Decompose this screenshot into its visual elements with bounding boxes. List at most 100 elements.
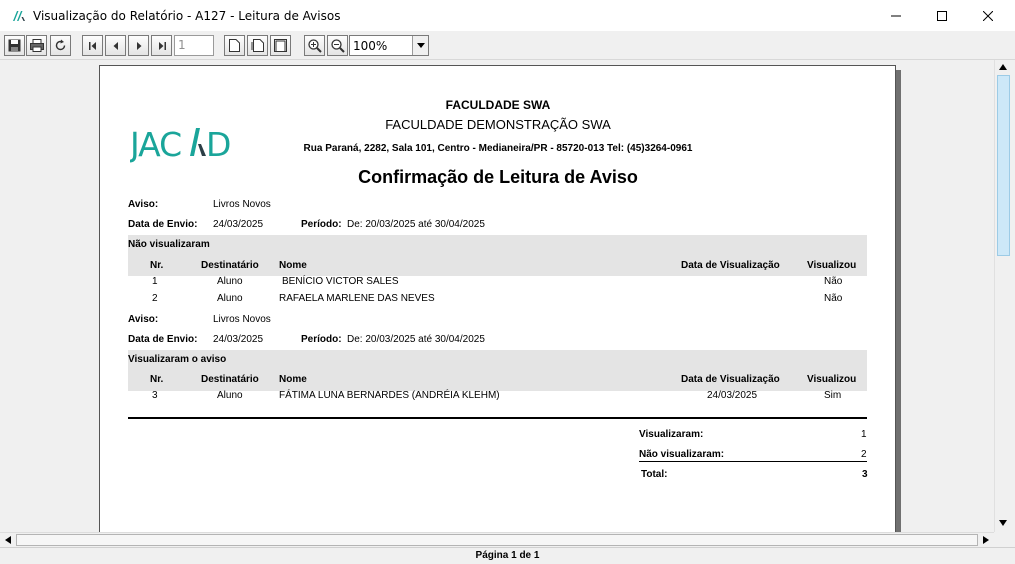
data-envio-value: 24/03/2025 — [213, 334, 264, 345]
report-viewer[interactable]: FACULDADE SWA FACULDADE DEMONSTRAÇÃO SWA… — [4, 60, 994, 532]
title-bar: Visualização do Relatório - A127 - Leitu… — [0, 0, 1015, 32]
summary-visualizaram-value: 1 — [861, 429, 867, 440]
previous-page-button[interactable] — [105, 35, 126, 56]
maximize-button[interactable] — [919, 0, 965, 32]
chevron-down-icon — [416, 43, 425, 48]
zoom-in-button[interactable] — [304, 35, 325, 56]
cell-visualizou: Não — [824, 293, 843, 304]
aviso-value: Livros Novos — [213, 199, 271, 210]
cell-nome: FÁTIMA LUNA BERNARDES (ANDRÉIA KLEHM) — [279, 390, 500, 401]
zoom-select[interactable]: 100% — [349, 35, 429, 56]
cell-destinatario: Aluno — [217, 276, 243, 287]
maximize-icon — [937, 11, 947, 21]
zoom-out-button[interactable] — [327, 35, 348, 56]
page-icon — [229, 39, 240, 52]
summary-total-value: 3 — [862, 469, 868, 480]
data-envio-label: Data de Envio: — [128, 219, 198, 230]
page-width-icon — [251, 39, 264, 52]
full-page-icon — [274, 39, 287, 52]
periodo-value: De: 20/03/2025 até 30/04/2025 — [347, 219, 485, 230]
full-page-button[interactable] — [270, 35, 291, 56]
cell-nr: 3 — [152, 390, 158, 401]
next-page-icon — [136, 41, 141, 50]
window-title: Visualização do Relatório - A127 - Leitu… — [33, 9, 341, 23]
zoom-value: 100% — [353, 39, 388, 53]
col-data-visualizacao: Data de Visualização — [681, 260, 780, 271]
summary-underline — [639, 461, 867, 462]
data-envio-value: 24/03/2025 — [213, 219, 264, 230]
page-info: Página 1 de 1 — [475, 550, 540, 561]
save-button[interactable] — [4, 35, 25, 56]
col-data-visualizacao: Data de Visualização — [681, 374, 780, 385]
save-icon — [8, 39, 21, 52]
minimize-icon — [891, 15, 901, 17]
summary-nao-visualizaram-label: Não visualizaram: — [639, 449, 725, 460]
scroll-up-icon[interactable] — [999, 64, 1007, 70]
scroll-down-icon[interactable] — [999, 520, 1007, 526]
previous-page-icon — [113, 41, 118, 50]
col-visualizou: Visualizou — [807, 260, 857, 271]
printer-icon — [29, 39, 44, 52]
vertical-scroll-thumb[interactable] — [997, 75, 1010, 256]
svg-text:D: D — [206, 125, 231, 164]
col-nr: Nr. — [150, 374, 164, 385]
status-bar: Página 1 de 1 — [0, 547, 1015, 564]
vertical-scrollbar[interactable] — [994, 60, 1011, 532]
cell-visualizou: Sim — [824, 390, 842, 401]
periodo-label: Período: — [301, 334, 342, 345]
jacad-logo: JAC D — [130, 125, 231, 164]
page-number-input[interactable]: 1 — [174, 35, 214, 56]
col-destinatario: Destinatário — [201, 374, 259, 385]
data-envio-label: Data de Envio: — [128, 334, 198, 345]
page-width-button[interactable] — [247, 35, 268, 56]
report-page: FACULDADE SWA FACULDADE DEMONSTRAÇÃO SWA… — [99, 65, 896, 532]
last-page-icon — [158, 41, 166, 50]
periodo-label: Período: — [301, 219, 342, 230]
periodo-value: De: 20/03/2025 até 30/04/2025 — [347, 334, 485, 345]
first-page-button[interactable] — [82, 35, 103, 56]
col-nr: Nr. — [150, 260, 164, 271]
next-page-button[interactable] — [128, 35, 149, 56]
zoom-dropdown-arrow[interactable] — [412, 36, 428, 55]
single-page-button[interactable] — [224, 35, 245, 56]
summary-nao-visualizaram-value: 2 — [861, 449, 867, 460]
cell-nome: BENÍCIO VICTOR SALES — [282, 276, 399, 287]
aviso-label: Aviso: — [128, 199, 159, 210]
institution-name: FACULDADE SWA — [445, 98, 551, 112]
refresh-icon — [55, 39, 66, 51]
print-button[interactable] — [26, 35, 47, 56]
scroll-right-icon[interactable] — [983, 536, 989, 544]
refresh-button[interactable] — [50, 35, 71, 56]
first-page-icon — [88, 41, 96, 50]
cell-visualizou: Não — [824, 276, 843, 287]
horizontal-scroll-thumb[interactable] — [16, 534, 978, 546]
toolbar: 1 100% — [0, 32, 1015, 60]
scroll-left-icon[interactable] — [5, 536, 11, 544]
cell-data-visualizacao: 24/03/2025 — [707, 390, 758, 401]
last-page-button[interactable] — [151, 35, 172, 56]
col-visualizou: Visualizou — [807, 374, 857, 385]
col-destinatario: Destinatário — [201, 260, 259, 271]
group-title: Visualizaram o aviso — [128, 354, 227, 365]
summary-visualizaram-label: Visualizaram: — [639, 429, 704, 440]
aviso-label: Aviso: — [128, 314, 159, 325]
summary-divider — [128, 417, 867, 419]
col-nome: Nome — [279, 260, 307, 271]
close-button[interactable] — [965, 0, 1011, 32]
close-icon — [983, 11, 993, 21]
cell-nr: 1 — [152, 276, 158, 287]
group-title: Não visualizaram — [128, 239, 210, 250]
summary-total-label: Total: — [641, 469, 668, 480]
zoom-out-icon — [330, 38, 345, 53]
cell-nr: 2 — [152, 293, 158, 304]
app-logo-icon — [13, 11, 25, 21]
cell-nome: RAFAELA MARLENE DAS NEVES — [279, 293, 435, 304]
svg-text:JAC: JAC — [130, 125, 181, 164]
horizontal-scrollbar[interactable] — [0, 532, 994, 547]
report-title: Confirmação de Leitura de Aviso — [358, 167, 638, 187]
cell-destinatario: Aluno — [217, 390, 243, 401]
aviso-value: Livros Novos — [213, 314, 271, 325]
zoom-in-icon — [307, 38, 322, 53]
minimize-button[interactable] — [873, 0, 919, 32]
cell-destinatario: Aluno — [217, 293, 243, 304]
